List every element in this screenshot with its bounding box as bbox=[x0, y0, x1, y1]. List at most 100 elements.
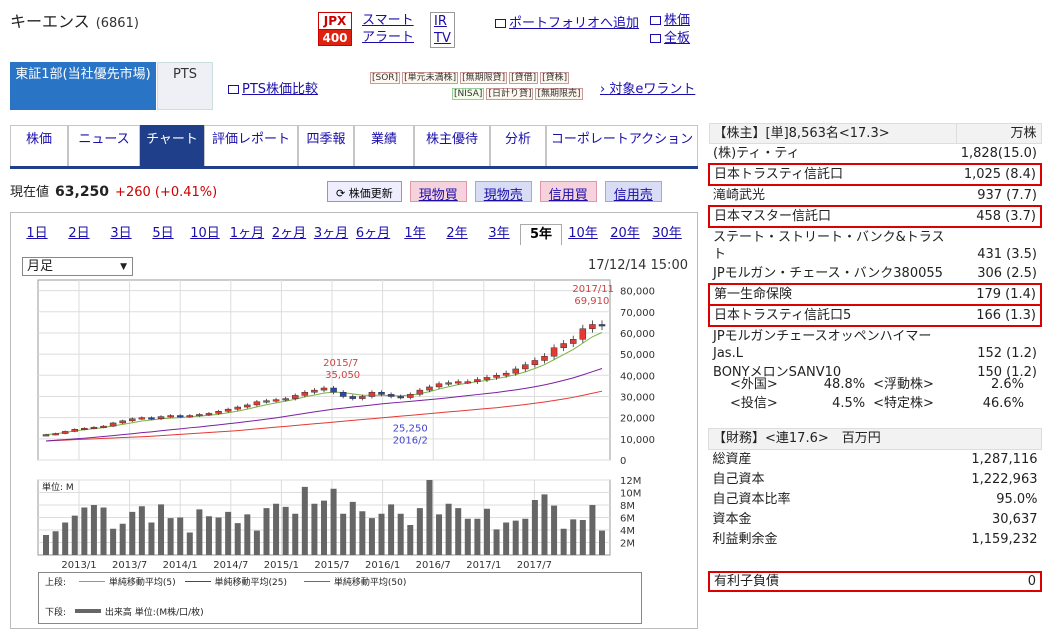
price-tick-label: 50,000 bbox=[620, 350, 655, 361]
candle-body bbox=[359, 396, 366, 399]
legend-upper: 上段: 単純移動平均(5) 単純移動平均(25) 単純移動平均(50) bbox=[45, 575, 635, 591]
volume-bar bbox=[292, 513, 299, 555]
finance-row: 自己資本 1,222,963 bbox=[709, 470, 1042, 490]
shareholder-row: JPモルガン・チェース・バンク380055 306 (2.5) bbox=[709, 264, 1041, 284]
volume-bar bbox=[570, 519, 577, 555]
volume-bar bbox=[397, 513, 404, 555]
candle-body bbox=[483, 377, 491, 380]
legend-ma25-swatch bbox=[184, 581, 211, 582]
candle-body bbox=[167, 415, 174, 418]
candle-body bbox=[560, 343, 567, 349]
candle-body bbox=[186, 415, 194, 418]
volume-bar bbox=[225, 511, 232, 555]
volume-bar bbox=[368, 518, 375, 555]
finance-row: 自己資本比率 95.0% bbox=[709, 490, 1042, 510]
candle-body bbox=[291, 395, 299, 399]
volume-bar bbox=[62, 522, 69, 555]
legend-volume-swatch bbox=[74, 609, 101, 613]
candle-body bbox=[129, 418, 136, 422]
shareholder-name: 日本トラスティ信託口5 bbox=[708, 304, 957, 327]
x-tick-label: 2015/7 bbox=[314, 560, 349, 571]
volume-bar bbox=[263, 508, 270, 555]
shareholder-row: 第一生命保険 179 (1.4) bbox=[708, 283, 1043, 306]
shareholder-name: ステート・ストリート・バンク&トラスト bbox=[713, 230, 945, 262]
volume-bar bbox=[378, 513, 385, 555]
ownership-ratios: <外国> 48.8% <浮動株> 2.6% <投信> 4.5% <特定株> 46.6% bbox=[708, 375, 1042, 413]
volume-bar bbox=[388, 504, 395, 555]
finance-row: 総資産 1,287,116 bbox=[709, 450, 1042, 471]
volume-bar bbox=[436, 514, 443, 555]
shareholder-row: 日本トラスティ信託口 1,025 (8.4) bbox=[708, 163, 1043, 186]
chart-annotation-value: 69,910 bbox=[574, 296, 609, 307]
volume-bar bbox=[148, 522, 155, 555]
volume-tick-label: 10M bbox=[620, 489, 641, 500]
finance-row: 利益剰余金 1,159,232 bbox=[709, 530, 1042, 550]
volume-bar bbox=[100, 507, 107, 555]
shareholder-name: 第一生命保険 bbox=[708, 283, 957, 306]
finance-header: 【財務】<連17.6> 百万円 bbox=[708, 428, 1042, 450]
legend-lower-label: 下段: bbox=[45, 608, 67, 618]
volume-bar bbox=[129, 511, 136, 555]
float-label: <浮動株> bbox=[873, 377, 934, 392]
shareholder-value: 152 (1.2) bbox=[977, 346, 1037, 361]
invest-value: 4.5% bbox=[832, 396, 866, 411]
shareholders-title: 【株主】 bbox=[713, 126, 766, 141]
candle-body bbox=[435, 383, 443, 388]
finance-name: 利益剰余金 bbox=[712, 532, 778, 547]
shareholder-value: 937 (7.7) bbox=[977, 188, 1037, 203]
volume-tick-label: 12M bbox=[620, 476, 641, 487]
float-value: 2.6% bbox=[990, 377, 1024, 392]
candle-body bbox=[52, 433, 59, 436]
candle-body bbox=[339, 391, 347, 397]
legend-ma5: 単純移動平均(5) bbox=[108, 578, 176, 588]
volume-tick-label: 4M bbox=[620, 526, 635, 537]
volume-bar bbox=[551, 505, 558, 555]
chart-annotation-value: 35,050 bbox=[325, 370, 360, 381]
shareholder-row: JPモルガンチェースオッペンハイマーJas.L 152 (1.2) bbox=[709, 326, 1041, 363]
volume-bar bbox=[43, 535, 49, 555]
volume-bar bbox=[483, 508, 490, 555]
volume-bar bbox=[531, 500, 538, 555]
candle-body bbox=[445, 382, 452, 385]
volume-bar bbox=[311, 503, 318, 555]
shareholder-name: 日本マスター信託口 bbox=[708, 205, 957, 228]
chart-annotation-date: 2017/11 bbox=[572, 284, 614, 295]
volume-bar bbox=[282, 506, 289, 555]
volume-bar bbox=[321, 500, 327, 555]
candle-body bbox=[148, 417, 155, 420]
candle-body bbox=[330, 387, 337, 393]
shareholder-name: (株)ティ・ティ bbox=[713, 146, 800, 161]
volume-bar bbox=[541, 494, 548, 555]
shareholder-value: 431 (3.5) bbox=[977, 247, 1037, 262]
candle-body bbox=[502, 372, 510, 376]
candle-body bbox=[215, 411, 222, 414]
shareholders-unit: 万株 bbox=[956, 123, 1042, 144]
x-tick-label: 2013/1 bbox=[61, 560, 96, 571]
volume-bar bbox=[445, 503, 452, 555]
candle-body bbox=[320, 387, 328, 391]
candle-body bbox=[416, 389, 424, 395]
candle-body bbox=[407, 394, 414, 398]
candle-body bbox=[253, 401, 261, 406]
volume-bar bbox=[599, 530, 605, 555]
price-tick-label: 20,000 bbox=[620, 414, 655, 425]
shareholder-row: ステート・ストリート・バンク&トラスト 431 (3.5) bbox=[709, 227, 1041, 264]
volume-bar bbox=[416, 508, 423, 555]
chart-annotation-value: 25,250 bbox=[393, 424, 428, 435]
volume-bar bbox=[503, 522, 510, 555]
finance-row: 資本金 30,637 bbox=[709, 510, 1042, 530]
finance-name: 自己資本比率 bbox=[712, 492, 791, 507]
candle-body bbox=[387, 394, 395, 397]
volume-tick-label: 6M bbox=[620, 514, 635, 525]
finance-panel: 【財務】<連17.6> 百万円 総資産 1,287,116 自己資本 1,222,96… bbox=[708, 428, 1042, 550]
candle-body bbox=[531, 360, 539, 365]
volume-bar bbox=[474, 518, 481, 555]
foreign-label: <外国> bbox=[730, 377, 778, 392]
candle-body bbox=[109, 422, 117, 427]
finance-name: 総資産 bbox=[712, 452, 752, 467]
volume-bar bbox=[560, 528, 567, 555]
shareholder-row: (株)ティ・ティ 1,828(15.0) bbox=[709, 144, 1041, 165]
price-tick-label: 0 bbox=[620, 456, 626, 467]
legend-volume: 出来高 単位:(M株/口/枚) bbox=[104, 608, 204, 618]
shareholder-value: 306 (2.5) bbox=[977, 266, 1037, 281]
